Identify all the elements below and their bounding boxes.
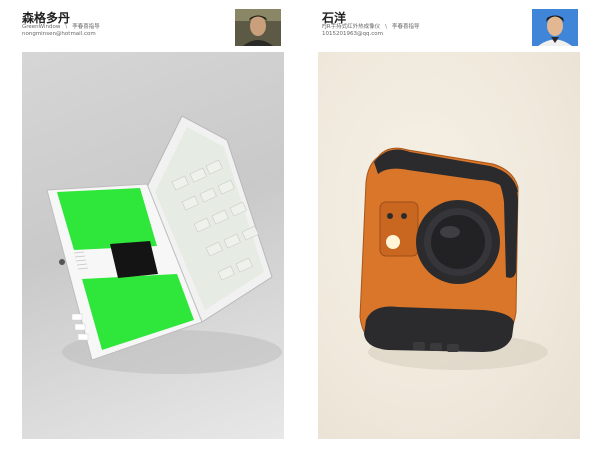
- product-photo-camera: [318, 52, 580, 439]
- mentor-label: 李春喜指导: [72, 24, 100, 30]
- project-line: FJR手持式红外热成像仪 \ 李春喜指导: [322, 23, 419, 31]
- student-email: nongminsen@hotmail.com: [22, 31, 96, 37]
- avatar: [235, 9, 281, 46]
- separator: \: [385, 24, 387, 30]
- student-card-left: 森格多丹 GreenWindow \ 李春喜指导 nongminsen@hotmai…: [0, 0, 300, 450]
- student-card-right: 石洋 FJR手持式红外热成像仪 \ 李春喜指导 1015201963@qq.com: [300, 0, 600, 450]
- product-photo-laptop: [22, 52, 284, 439]
- project-line: GreenWindow \ 李春喜指导: [22, 23, 100, 31]
- project-title: FJR手持式红外热成像仪: [322, 24, 381, 30]
- avatar: [532, 9, 578, 46]
- project-title: GreenWindow: [22, 24, 61, 30]
- student-email: 1015201963@qq.com: [322, 31, 383, 37]
- mentor-label: 李春喜指导: [391, 24, 420, 30]
- separator: \: [65, 24, 68, 30]
